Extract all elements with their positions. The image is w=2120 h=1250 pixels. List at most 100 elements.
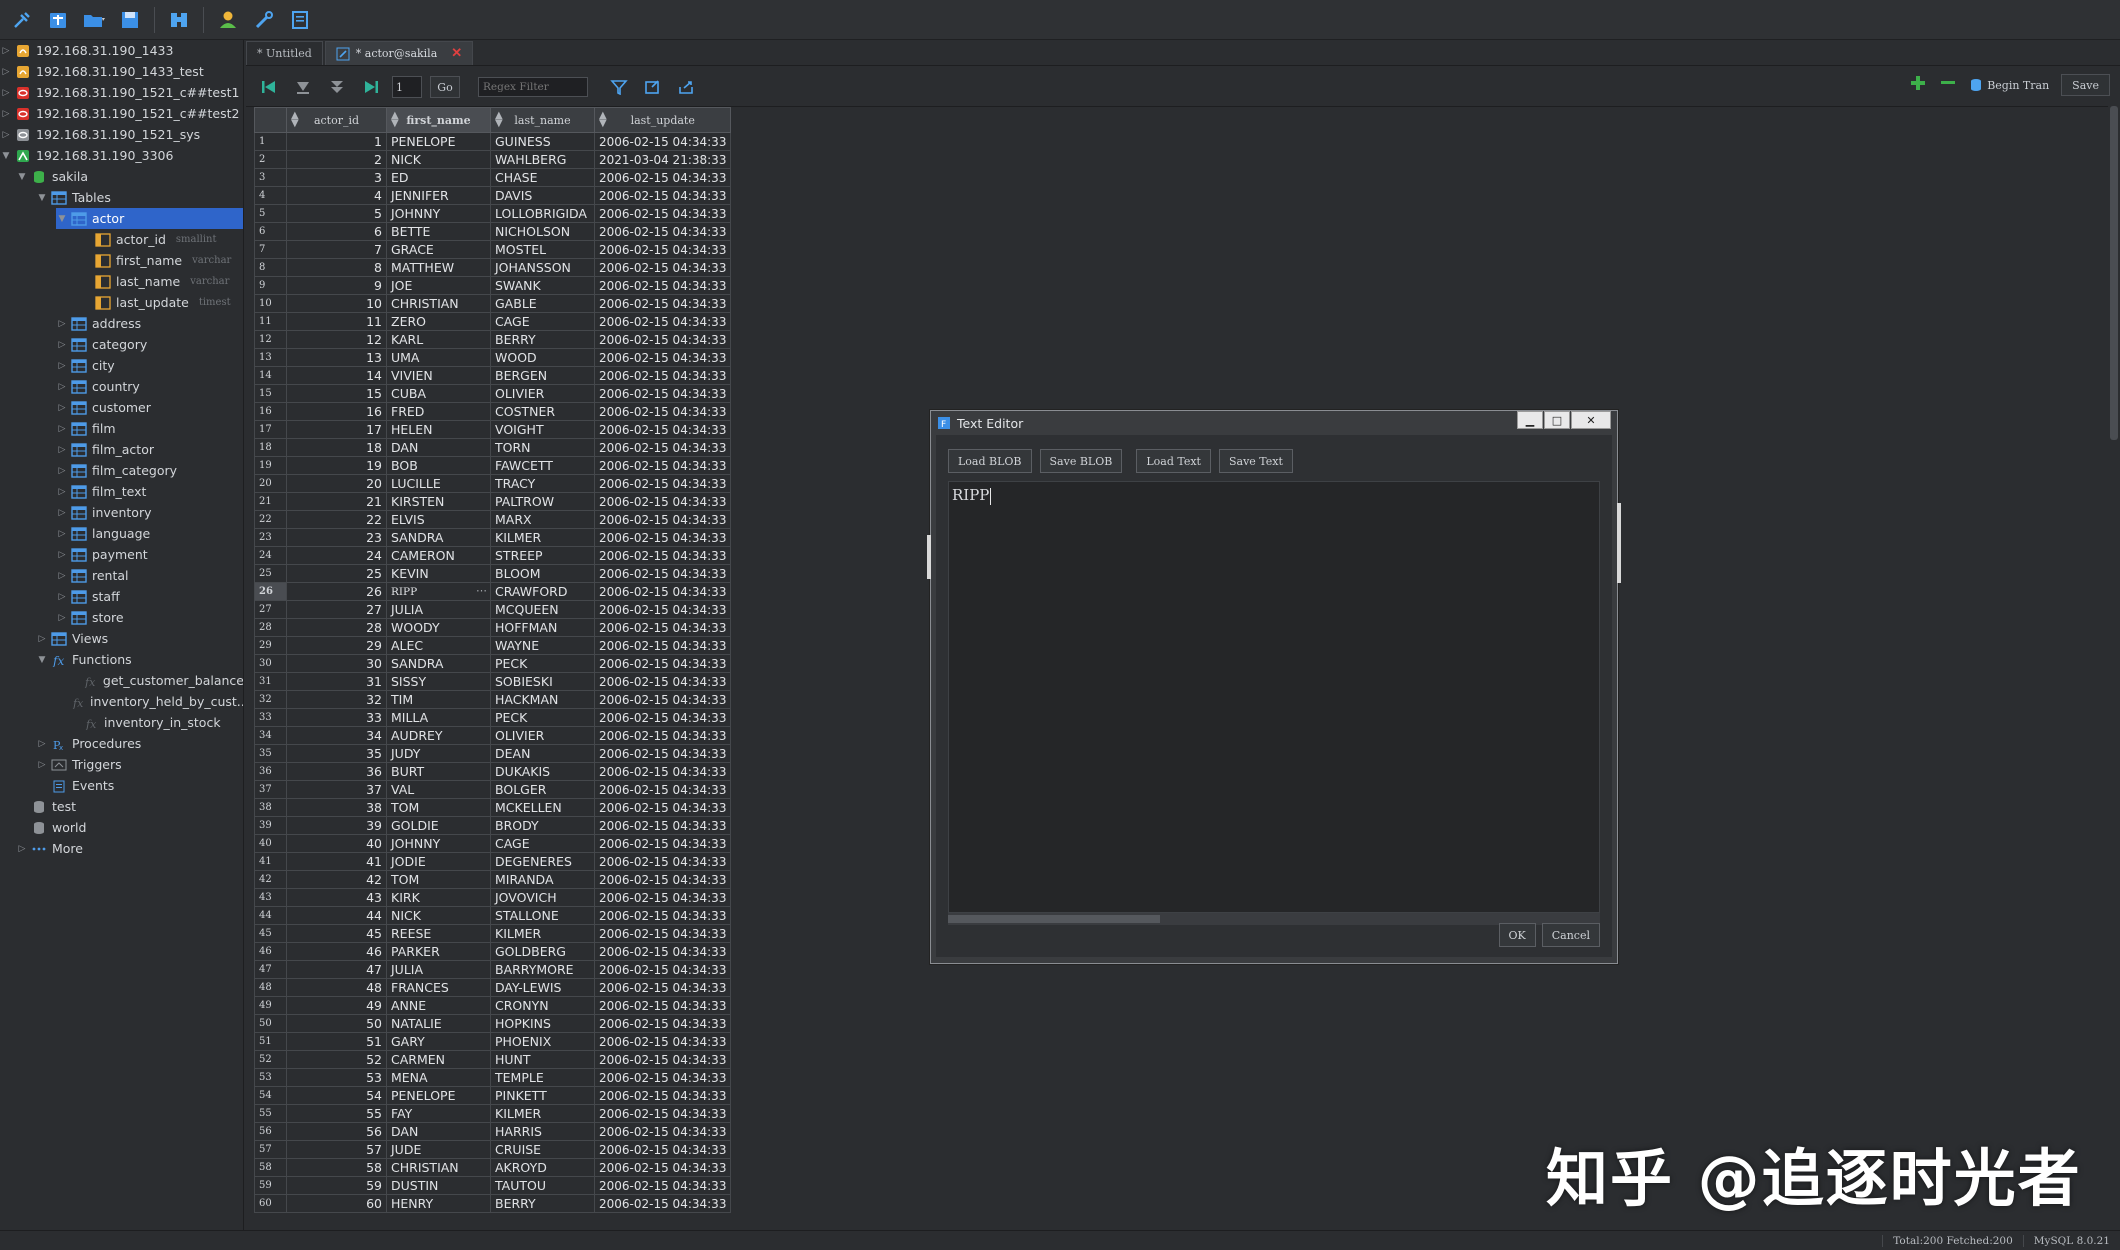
find-icon[interactable] bbox=[163, 4, 195, 36]
cell-actor-id[interactable]: 20 bbox=[286, 474, 387, 493]
table-row[interactable]: 54 54 PENELOPE PINKETT 2006-02-15 04:34:33 bbox=[254, 1086, 732, 1105]
cell-actor-id[interactable]: 14 bbox=[286, 366, 387, 385]
cell-first-name[interactable]: ED bbox=[386, 168, 491, 187]
cell-last-update[interactable]: 2006-02-15 04:34:33 bbox=[593, 834, 732, 853]
editor-content-line[interactable]: RIPP bbox=[952, 486, 992, 505]
cell-last-update[interactable]: 2021-03-04 21:38:33 bbox=[593, 150, 732, 169]
cell-last-name[interactable]: KILMER bbox=[490, 924, 595, 943]
table-row[interactable]: 4 4 JENNIFER DAVIS 2006-02-15 04:34:33 bbox=[254, 186, 732, 205]
save-blob-button[interactable]: Save BLOB bbox=[1039, 449, 1123, 473]
table-row[interactable]: 24 24 CAMERON STREEP 2006-02-15 04:34:33 bbox=[254, 546, 732, 565]
add-row-icon[interactable] bbox=[1909, 74, 1927, 96]
cell-actor-id[interactable]: 11 bbox=[286, 312, 387, 331]
table-row[interactable]: 31 31 SISSY SOBIESKI 2006-02-15 04:34:33 bbox=[254, 672, 732, 691]
expand-icon[interactable]: ▷ bbox=[0, 88, 12, 98]
cell-actor-id[interactable]: 15 bbox=[286, 384, 387, 403]
cell-actor-id[interactable]: 18 bbox=[286, 438, 387, 457]
save-text-button[interactable]: Save Text bbox=[1218, 449, 1293, 473]
cell-actor-id[interactable]: 25 bbox=[286, 564, 387, 583]
row-number[interactable]: 15 bbox=[254, 384, 287, 403]
cell-first-name[interactable]: TOM bbox=[386, 870, 491, 889]
expand-icon[interactable]: ▷ bbox=[56, 529, 68, 539]
cell-actor-id[interactable]: 7 bbox=[286, 240, 387, 259]
column-header-last-update[interactable]: ▲ ▼ last_update bbox=[593, 107, 732, 133]
filter-icon[interactable] bbox=[606, 74, 632, 100]
cell-last-name[interactable]: CHASE bbox=[490, 168, 595, 187]
cell-last-update[interactable]: 2006-02-15 04:34:33 bbox=[593, 708, 732, 727]
cell-last-name[interactable]: CAGE bbox=[490, 312, 595, 331]
table-row[interactable]: 40 40 JOHNNY CAGE 2006-02-15 04:34:33 bbox=[254, 834, 732, 853]
cell-actor-id[interactable]: 23 bbox=[286, 528, 387, 547]
collapse-icon[interactable]: ▼ bbox=[36, 193, 48, 203]
delete-row-icon[interactable] bbox=[1939, 74, 1957, 96]
cell-first-name[interactable]: HELEN bbox=[386, 420, 491, 439]
cell-last-update[interactable]: 2006-02-15 04:34:33 bbox=[593, 330, 732, 349]
cell-actor-id[interactable]: 4 bbox=[286, 186, 387, 205]
expand-icon[interactable]: ▷ bbox=[0, 46, 12, 56]
cell-first-name[interactable]: KEVIN bbox=[386, 564, 491, 583]
cell-last-update[interactable]: 2006-02-15 04:34:33 bbox=[593, 492, 732, 511]
cell-actor-id[interactable]: 12 bbox=[286, 330, 387, 349]
table-row[interactable]: 51 51 GARY PHOENIX 2006-02-15 04:34:33 bbox=[254, 1032, 732, 1051]
row-number[interactable]: 21 bbox=[254, 492, 287, 511]
row-number[interactable]: 55 bbox=[254, 1104, 287, 1123]
next-page-icon[interactable] bbox=[324, 74, 350, 100]
cell-last-update[interactable]: 2006-02-15 04:34:33 bbox=[593, 744, 732, 763]
database-test[interactable]: test bbox=[16, 796, 243, 817]
cell-last-name[interactable]: BOLGER bbox=[490, 780, 595, 799]
connection-item[interactable]: ▷ 192.168.31.190_1433 bbox=[0, 40, 243, 61]
cell-first-name[interactable]: NICK bbox=[386, 906, 491, 925]
cell-last-name[interactable]: DAY-LEWIS bbox=[490, 978, 595, 997]
table-row[interactable]: 1 1 PENELOPE GUINESS 2006-02-15 04:34:33 bbox=[254, 132, 732, 151]
cell-first-name[interactable]: BETTE bbox=[386, 222, 491, 241]
cell-last-name[interactable]: BARRYMORE bbox=[490, 960, 595, 979]
cell-last-name[interactable]: GOLDBERG bbox=[490, 942, 595, 961]
row-number[interactable]: 5 bbox=[254, 204, 287, 223]
cell-first-name[interactable]: WOODY bbox=[386, 618, 491, 637]
collapse-icon[interactable]: ▼ bbox=[36, 655, 48, 665]
cell-first-name[interactable]: SANDRA bbox=[386, 528, 491, 547]
expand-icon[interactable]: ▷ bbox=[56, 403, 68, 413]
notes-icon[interactable] bbox=[284, 4, 316, 36]
cell-first-name[interactable]: JOHNNY bbox=[386, 204, 491, 223]
table-row[interactable]: 28 28 WOODY HOFFMAN 2006-02-15 04:34:33 bbox=[254, 618, 732, 637]
table-row[interactable]: 23 23 SANDRA KILMER 2006-02-15 04:34:33 bbox=[254, 528, 732, 547]
cell-last-update[interactable]: 2006-02-15 04:34:33 bbox=[593, 654, 732, 673]
cell-first-name[interactable]: GRACE bbox=[386, 240, 491, 259]
dialog-titlebar[interactable]: F Text Editor ▁ □ ✕ bbox=[931, 411, 1617, 435]
sort-icon[interactable]: ▲ ▼ bbox=[495, 111, 503, 129]
cell-first-name[interactable]: MATTHEW bbox=[386, 258, 491, 277]
cell-actor-id[interactable]: 58 bbox=[286, 1158, 387, 1177]
cell-actor-id[interactable]: 49 bbox=[286, 996, 387, 1015]
cell-last-name[interactable]: BRODY bbox=[490, 816, 595, 835]
row-number[interactable]: 52 bbox=[254, 1050, 287, 1069]
cell-last-update[interactable]: 2006-02-15 04:34:33 bbox=[593, 132, 732, 151]
table-row[interactable]: 55 55 FAY KILMER 2006-02-15 04:34:33 bbox=[254, 1104, 732, 1123]
cell-first-name[interactable]: MENA bbox=[386, 1068, 491, 1087]
table-row[interactable]: 52 52 CARMEN HUNT 2006-02-15 04:34:33 bbox=[254, 1050, 732, 1069]
cell-first-name[interactable]: CARMEN bbox=[386, 1050, 491, 1069]
scrollbar-thumb[interactable] bbox=[948, 915, 1160, 923]
row-number[interactable]: 47 bbox=[254, 960, 287, 979]
cell-last-name[interactable]: SWANK bbox=[490, 276, 595, 295]
cell-actor-id[interactable]: 33 bbox=[286, 708, 387, 727]
cell-last-name[interactable]: PINKETT bbox=[490, 1086, 595, 1105]
cell-actor-id[interactable]: 1 bbox=[286, 132, 387, 151]
cell-last-name[interactable]: BLOOM bbox=[490, 564, 595, 583]
cell-last-update[interactable]: 2006-02-15 04:34:33 bbox=[593, 1068, 732, 1087]
table-row[interactable]: 39 39 GOLDIE BRODY 2006-02-15 04:34:33 bbox=[254, 816, 732, 835]
connect-icon[interactable] bbox=[6, 4, 38, 36]
cell-last-name[interactable]: DAVIS bbox=[490, 186, 595, 205]
row-number[interactable]: 28 bbox=[254, 618, 287, 637]
go-button[interactable]: Go bbox=[430, 76, 460, 98]
cell-last-update[interactable]: 2006-02-15 04:34:33 bbox=[593, 888, 732, 907]
cell-last-update[interactable]: 2006-02-15 04:34:33 bbox=[593, 186, 732, 205]
cell-first-name[interactable]: ALEC bbox=[386, 636, 491, 655]
sort-icon[interactable]: ▲ ▼ bbox=[391, 111, 399, 129]
table-row[interactable]: 3 3 ED CHASE 2006-02-15 04:34:33 bbox=[254, 168, 732, 187]
cell-last-update[interactable]: 2006-02-15 04:34:33 bbox=[593, 816, 732, 835]
row-number[interactable]: 3 bbox=[254, 168, 287, 187]
cell-actor-id[interactable]: 38 bbox=[286, 798, 387, 817]
import-icon[interactable] bbox=[640, 74, 666, 100]
row-number[interactable]: 44 bbox=[254, 906, 287, 925]
